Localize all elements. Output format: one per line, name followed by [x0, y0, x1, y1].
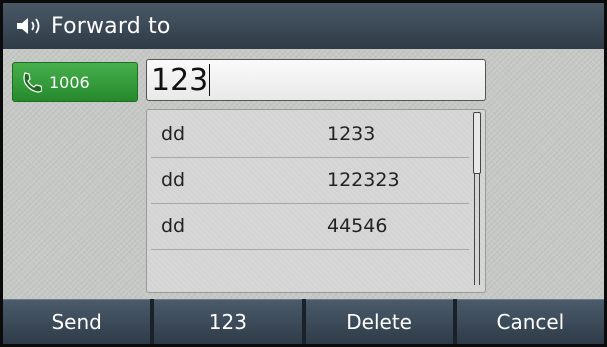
line-key-label: 1006: [49, 72, 90, 92]
send-softkey[interactable]: Send: [3, 299, 151, 344]
phone-icon: [23, 72, 42, 93]
suggestion-scrollbar[interactable]: [473, 112, 481, 285]
suggestion-number: 122323: [327, 169, 400, 191]
suggestion-number: 1233: [327, 123, 376, 145]
speaker-icon: [17, 18, 40, 34]
suggestion-row[interactable]: dd 1233: [151, 112, 469, 158]
delete-softkey[interactable]: Delete: [305, 299, 453, 344]
suggestion-row[interactable]: dd 122323: [151, 158, 469, 204]
suggestion-name: dd: [161, 215, 186, 237]
forward-number-input[interactable]: 123: [146, 59, 486, 101]
phone-screen: Forward to 1006 123 dd 1233 dd 122323 dd…: [0, 0, 607, 347]
page-title: Forward to: [51, 13, 171, 39]
text-caret: [209, 64, 211, 96]
cancel-softkey[interactable]: Cancel: [456, 299, 604, 344]
suggestion-row[interactable]: dd 44546: [151, 204, 469, 250]
scroll-thumb[interactable]: [473, 112, 481, 174]
suggestion-name: dd: [161, 123, 186, 145]
suggestion-list: dd 1233 dd 122323 dd 44546: [146, 109, 486, 293]
title-bar: Forward to: [3, 3, 604, 49]
suggestion-number: 44546: [327, 215, 388, 237]
input-value: 123: [151, 62, 209, 98]
softkey-bar: Send 123 Delete Cancel: [3, 299, 604, 344]
line-key-1006[interactable]: 1006: [12, 62, 138, 102]
suggestion-name: dd: [161, 169, 186, 191]
input-mode-softkey[interactable]: 123: [154, 299, 302, 344]
